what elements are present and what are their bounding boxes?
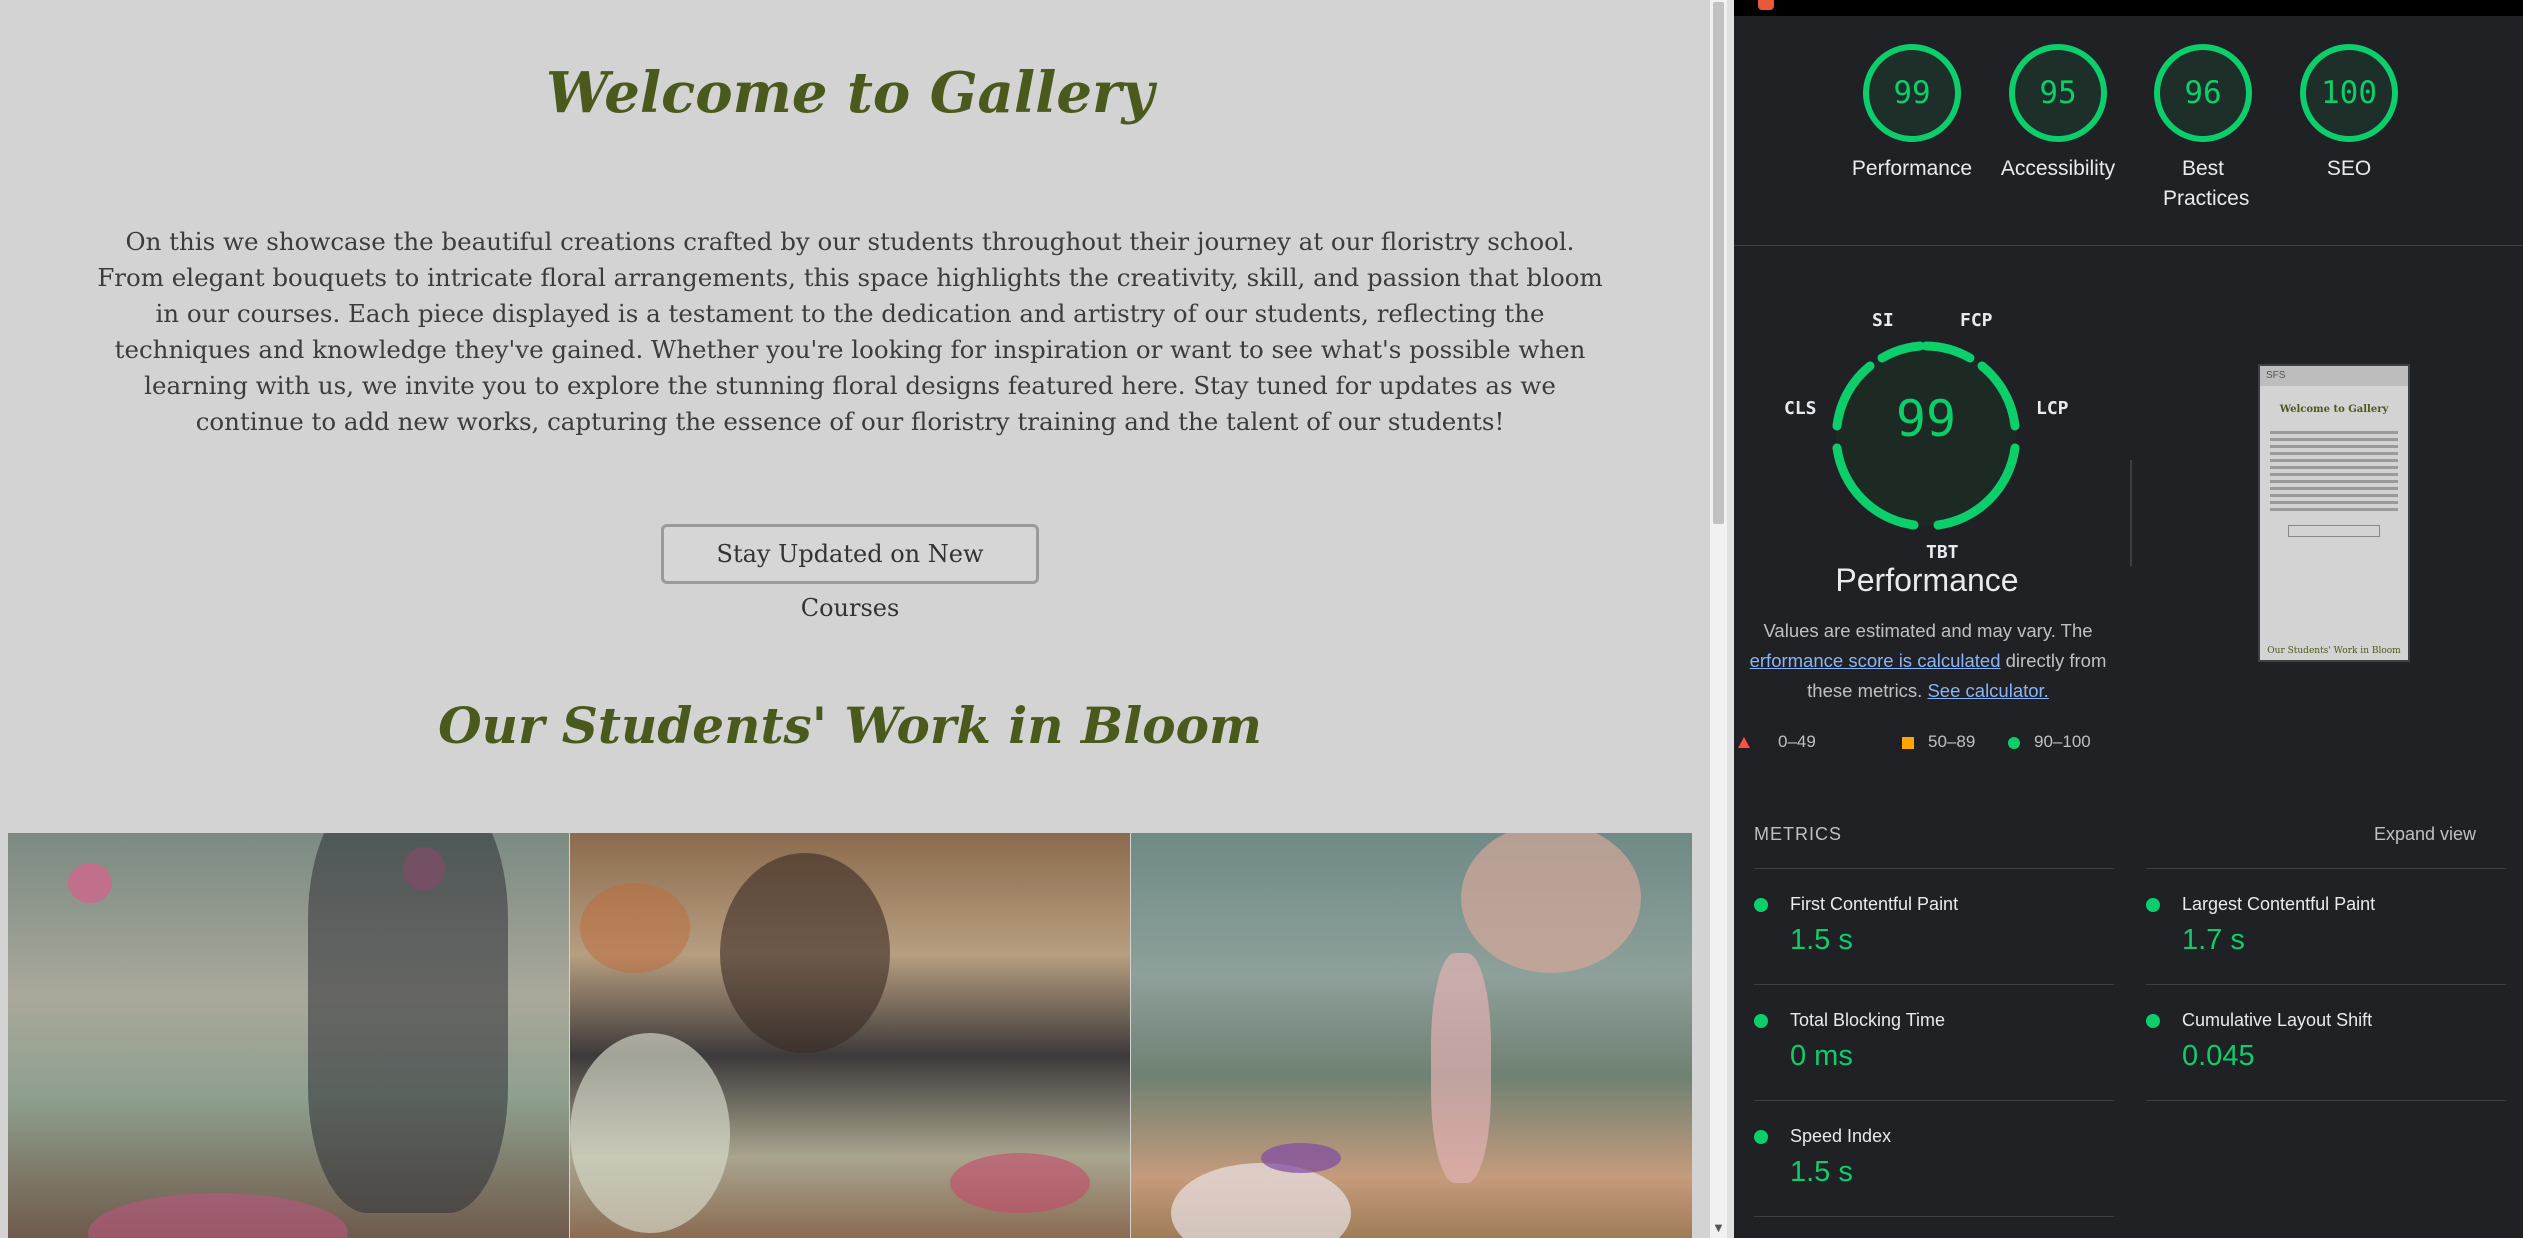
page-title: Welcome to Gallery [545, 60, 1155, 126]
thumbnail-footer: Our Students' Work in Bloom [2267, 646, 2401, 656]
performance-heading: Performance [1835, 562, 2019, 598]
final-screenshot-thumbnail[interactable]: SFS Welcome to Gallery Our Students' Wor… [2258, 364, 2410, 662]
performance-main-score: 99 [1895, 390, 1957, 448]
metric-name: Total Blocking Time [1790, 1010, 1946, 1030]
legend-fail: 0–49 [1738, 732, 1816, 752]
metric-lcp: Largest Contentful Paint 1.7 s [2126, 868, 2486, 984]
report-topbar [1734, 0, 2523, 16]
performance-score: 99 [1893, 75, 1931, 111]
best-practices-score: 96 [2184, 75, 2222, 111]
metric-cls: Cumulative Layout Shift 0.045 [2126, 984, 2486, 1100]
accessibility-score: 95 [2039, 75, 2077, 111]
see-calculator-link[interactable]: See calculator. [1927, 680, 2048, 701]
vertical-divider [2130, 460, 2132, 566]
performance-description: Values are estimated and may vary. The e… [1734, 616, 2128, 706]
page-scrollbar[interactable]: ▼ [1710, 0, 1727, 1238]
section-divider [1734, 245, 2523, 246]
lighthouse-logo-icon [1758, 0, 1774, 10]
metric-name: Largest Contentful Paint [2182, 894, 2376, 914]
legend-fail-range: 0–49 [1778, 732, 1816, 751]
metric-value: 1.7 s [2182, 924, 2245, 956]
fcp-tag: FCP [1960, 310, 1993, 331]
legend-average-range: 50–89 [1928, 732, 1976, 751]
pass-circle-icon [1754, 898, 1768, 912]
best-practices-score-gauge[interactable]: 96 Best Practices [2129, 44, 2277, 214]
performance-score-gauge[interactable]: 99 Performance [1838, 44, 1986, 184]
gallery-intro-text: On this we showcase the beautiful creati… [97, 227, 1603, 436]
metric-divider [1754, 1216, 2114, 1217]
score-calculated-link[interactable]: erformance score is calculated [1750, 650, 2001, 671]
metric-value: 0.045 [2182, 1040, 2255, 1072]
metric-divider [2146, 1100, 2506, 1101]
gallery-heading: Our Students' Work in Bloom [438, 696, 1262, 755]
scrollbar-thumb[interactable] [1713, 2, 1724, 524]
metric-name: Cumulative Layout Shift [2182, 1010, 2373, 1030]
metric-si: Speed Index 1.5 s [1734, 1100, 2094, 1216]
pass-circle-icon [2146, 898, 2160, 912]
lighthouse-panel: 99 Performance 95 Accessibility 96 Best … [1734, 0, 2523, 1238]
website-viewport: Welcome to Gallery On this we showcase t… [0, 0, 1710, 1238]
metric-value: 0 ms [1790, 1040, 1853, 1072]
pass-circle-icon [2146, 1014, 2160, 1028]
panel-divider[interactable] [1727, 0, 1734, 1238]
performance-gauge-label: Performance [1851, 157, 1973, 180]
legend-pass: 90–100 [2008, 732, 2091, 752]
stay-updated-button[interactable]: Stay Updated on New Courses [661, 524, 1039, 622]
legend-average: 50–89 [1902, 732, 1976, 752]
accessibility-score-gauge[interactable]: 95 Accessibility [1984, 44, 2132, 184]
lcp-tag: LCP [2036, 398, 2069, 419]
expand-view-button[interactable]: Expand view [2374, 824, 2476, 845]
metric-name: First Contentful Paint [1790, 894, 1959, 914]
thumbnail-header: SFS [2260, 366, 2408, 386]
legend-pass-range: 90–100 [2034, 732, 2091, 751]
tbt-tag: TBT [1926, 542, 1959, 563]
metric-tbt: Total Blocking Time 0 ms [1734, 984, 2094, 1100]
pass-circle-icon [2008, 737, 2020, 749]
student-wrapping-bouquet-photo [1131, 833, 1692, 1238]
metric-value: 1.5 s [1790, 924, 1853, 956]
seo-gauge-label: SEO [2326, 157, 2372, 180]
fail-triangle-icon [1738, 737, 1750, 748]
pass-circle-icon [1754, 1014, 1768, 1028]
cls-tag: CLS [1784, 398, 1817, 419]
si-tag: SI [1872, 310, 1894, 331]
average-square-icon [1902, 737, 1914, 749]
students-with-roses-photo [8, 833, 569, 1238]
metrics-header: METRICS [1754, 824, 1842, 844]
best-practices-gauge-label: Best Practices [2163, 157, 2250, 210]
scroll-down-arrow-icon[interactable]: ▼ [1713, 1223, 1724, 1234]
seo-score-gauge[interactable]: 100 SEO [2275, 44, 2423, 184]
accessibility-gauge-label: Accessibility [2000, 157, 2116, 180]
student-arranging-flowers-photo [570, 833, 1130, 1238]
thumbnail-text-lines [2270, 431, 2398, 511]
metric-value: 1.5 s [1790, 1156, 1853, 1188]
metric-name: Speed Index [1790, 1126, 1892, 1146]
desc-text: Values are estimated and may vary. The [1763, 620, 2093, 641]
thumbnail-button [2288, 525, 2380, 537]
metric-fcp: First Contentful Paint 1.5 s [1734, 868, 2094, 984]
pass-circle-icon [1754, 1130, 1768, 1144]
thumbnail-title: Welcome to Gallery [2279, 404, 2389, 415]
seo-score: 100 [2321, 75, 2377, 111]
